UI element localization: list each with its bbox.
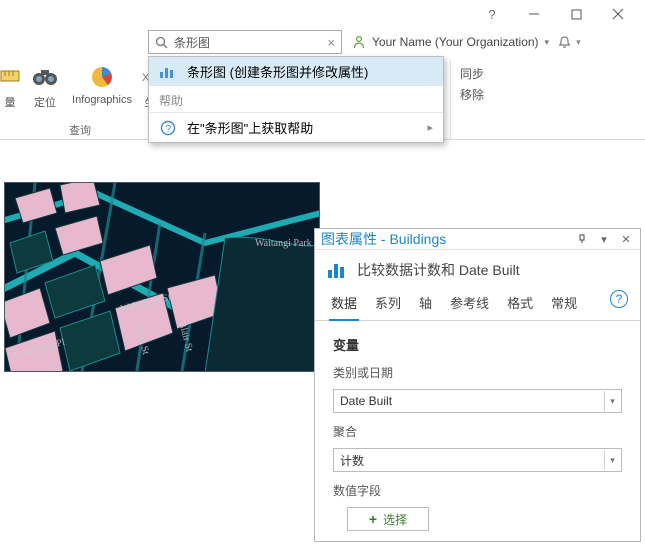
chevron-right-icon: ▸ bbox=[427, 121, 433, 134]
panel-subtitle-text: 比较数据计数和 Date Built bbox=[357, 260, 520, 280]
remove-button[interactable]: 移除 bbox=[456, 85, 488, 104]
user-label: Your Name (Your Organization) bbox=[372, 35, 539, 49]
sync-button[interactable]: 同步 bbox=[456, 64, 488, 83]
tab-axis[interactable]: 轴 bbox=[417, 288, 434, 320]
section-variable: 变量 bbox=[333, 335, 622, 354]
tab-format[interactable]: 格式 bbox=[505, 288, 535, 320]
minimize-button[interactable] bbox=[515, 2, 553, 26]
command-search-input[interactable]: 条形图 × bbox=[148, 30, 342, 54]
window-titlebar: ? bbox=[0, 0, 645, 28]
aggregate-label: 聚合 bbox=[333, 423, 622, 440]
ribbon-locate-button[interactable]: 定位 bbox=[26, 60, 64, 110]
tab-general[interactable]: 常规 bbox=[549, 288, 579, 320]
chart-properties-panel: 图表属性 - Buildings ▾ ✕ 比较数据计数和 Date Built … bbox=[314, 228, 641, 542]
close-button[interactable] bbox=[599, 2, 637, 26]
tab-series[interactable]: 系列 bbox=[373, 288, 403, 320]
map-park-label: Waitangi Park bbox=[255, 238, 312, 249]
search-icon bbox=[155, 36, 168, 49]
dropdown-header-help: 帮助 bbox=[149, 86, 443, 112]
panel-subtitle: 比较数据计数和 Date Built bbox=[315, 250, 640, 288]
add-label: 选择 bbox=[383, 511, 407, 528]
maximize-button[interactable] bbox=[557, 2, 595, 26]
svg-text:?: ? bbox=[166, 124, 172, 135]
help-button[interactable]: ? bbox=[473, 2, 511, 26]
help-icon: ? bbox=[159, 120, 177, 136]
ribbon-label: 量 bbox=[5, 94, 16, 110]
numeric-label: 数值字段 bbox=[333, 482, 622, 499]
user-menu[interactable]: Your Name (Your Organization) ▾ bbox=[352, 35, 549, 49]
ribbon-infographics-button[interactable]: Infographics bbox=[70, 60, 134, 106]
close-panel-button[interactable]: ✕ bbox=[618, 231, 634, 247]
caret-down-icon: ▾ bbox=[545, 37, 550, 48]
notification-icon[interactable] bbox=[557, 35, 572, 50]
autohide-button[interactable] bbox=[574, 231, 590, 247]
chevron-down-icon: ▾ bbox=[604, 391, 620, 411]
user-icon bbox=[352, 35, 366, 49]
tab-data[interactable]: 数据 bbox=[329, 288, 359, 321]
panel-titlebar: 图表属性 - Buildings ▾ ✕ bbox=[315, 229, 640, 250]
map-view[interactable]: Waitangi Park Wakefield St Courtenay Pl … bbox=[4, 182, 320, 372]
ribbon-label: Infographics bbox=[72, 94, 132, 106]
dropdown-item-label: 在"条形图"上获取帮助 bbox=[187, 118, 313, 137]
chevron-down-icon: ▾ bbox=[604, 450, 620, 470]
pie-chart-icon bbox=[87, 62, 117, 92]
ribbon-group-label: 查询 bbox=[69, 120, 91, 140]
dropdown-item-label: 条形图 (创建条形图并修改属性) bbox=[187, 62, 368, 81]
panel-help-button[interactable]: ? bbox=[610, 290, 628, 308]
aggregate-field[interactable]: 计数 ▾ bbox=[333, 448, 622, 472]
aggregate-value: 计数 bbox=[340, 452, 364, 469]
panel-tabs: 数据 系列 轴 参考线 格式 常规 ? bbox=[315, 288, 640, 321]
search-row: 条形图 × Your Name (Your Organization) ▾ ▾ bbox=[0, 28, 645, 56]
ribbon-label: 定位 bbox=[34, 94, 56, 110]
search-text: 条形图 bbox=[174, 34, 321, 51]
dropdown-item-help[interactable]: ? 在"条形图"上获取帮助 ▸ bbox=[149, 112, 443, 142]
search-dropdown: 条形图 (创建条形图并修改属性) 帮助 ? 在"条形图"上获取帮助 ▸ bbox=[148, 56, 444, 143]
help-icon: ? bbox=[488, 7, 495, 22]
category-label: 类别或日期 bbox=[333, 364, 622, 381]
ribbon-measure-button[interactable]: 量 bbox=[0, 60, 20, 110]
tab-reflines[interactable]: 参考线 bbox=[448, 288, 491, 320]
panel-body: 变量 类别或日期 Date Built ▾ 聚合 计数 ▾ 数值字段 + 选择 bbox=[315, 321, 640, 545]
caret-down-icon: ▾ bbox=[576, 37, 581, 48]
ruler-icon bbox=[0, 62, 25, 92]
panel-title: 图表属性 - Buildings bbox=[321, 229, 568, 249]
dock-button[interactable]: ▾ bbox=[596, 231, 612, 247]
category-value: Date Built bbox=[340, 394, 392, 408]
category-field[interactable]: Date Built ▾ bbox=[333, 389, 622, 413]
bar-chart-icon bbox=[327, 261, 349, 279]
bar-chart-icon bbox=[159, 64, 177, 80]
clear-search-button[interactable]: × bbox=[327, 35, 335, 50]
add-field-button[interactable]: + 选择 bbox=[347, 507, 429, 531]
dropdown-item-barchart[interactable]: 条形图 (创建条形图并修改属性) bbox=[149, 57, 443, 86]
binoculars-icon bbox=[30, 62, 60, 92]
plus-icon: + bbox=[369, 511, 377, 527]
